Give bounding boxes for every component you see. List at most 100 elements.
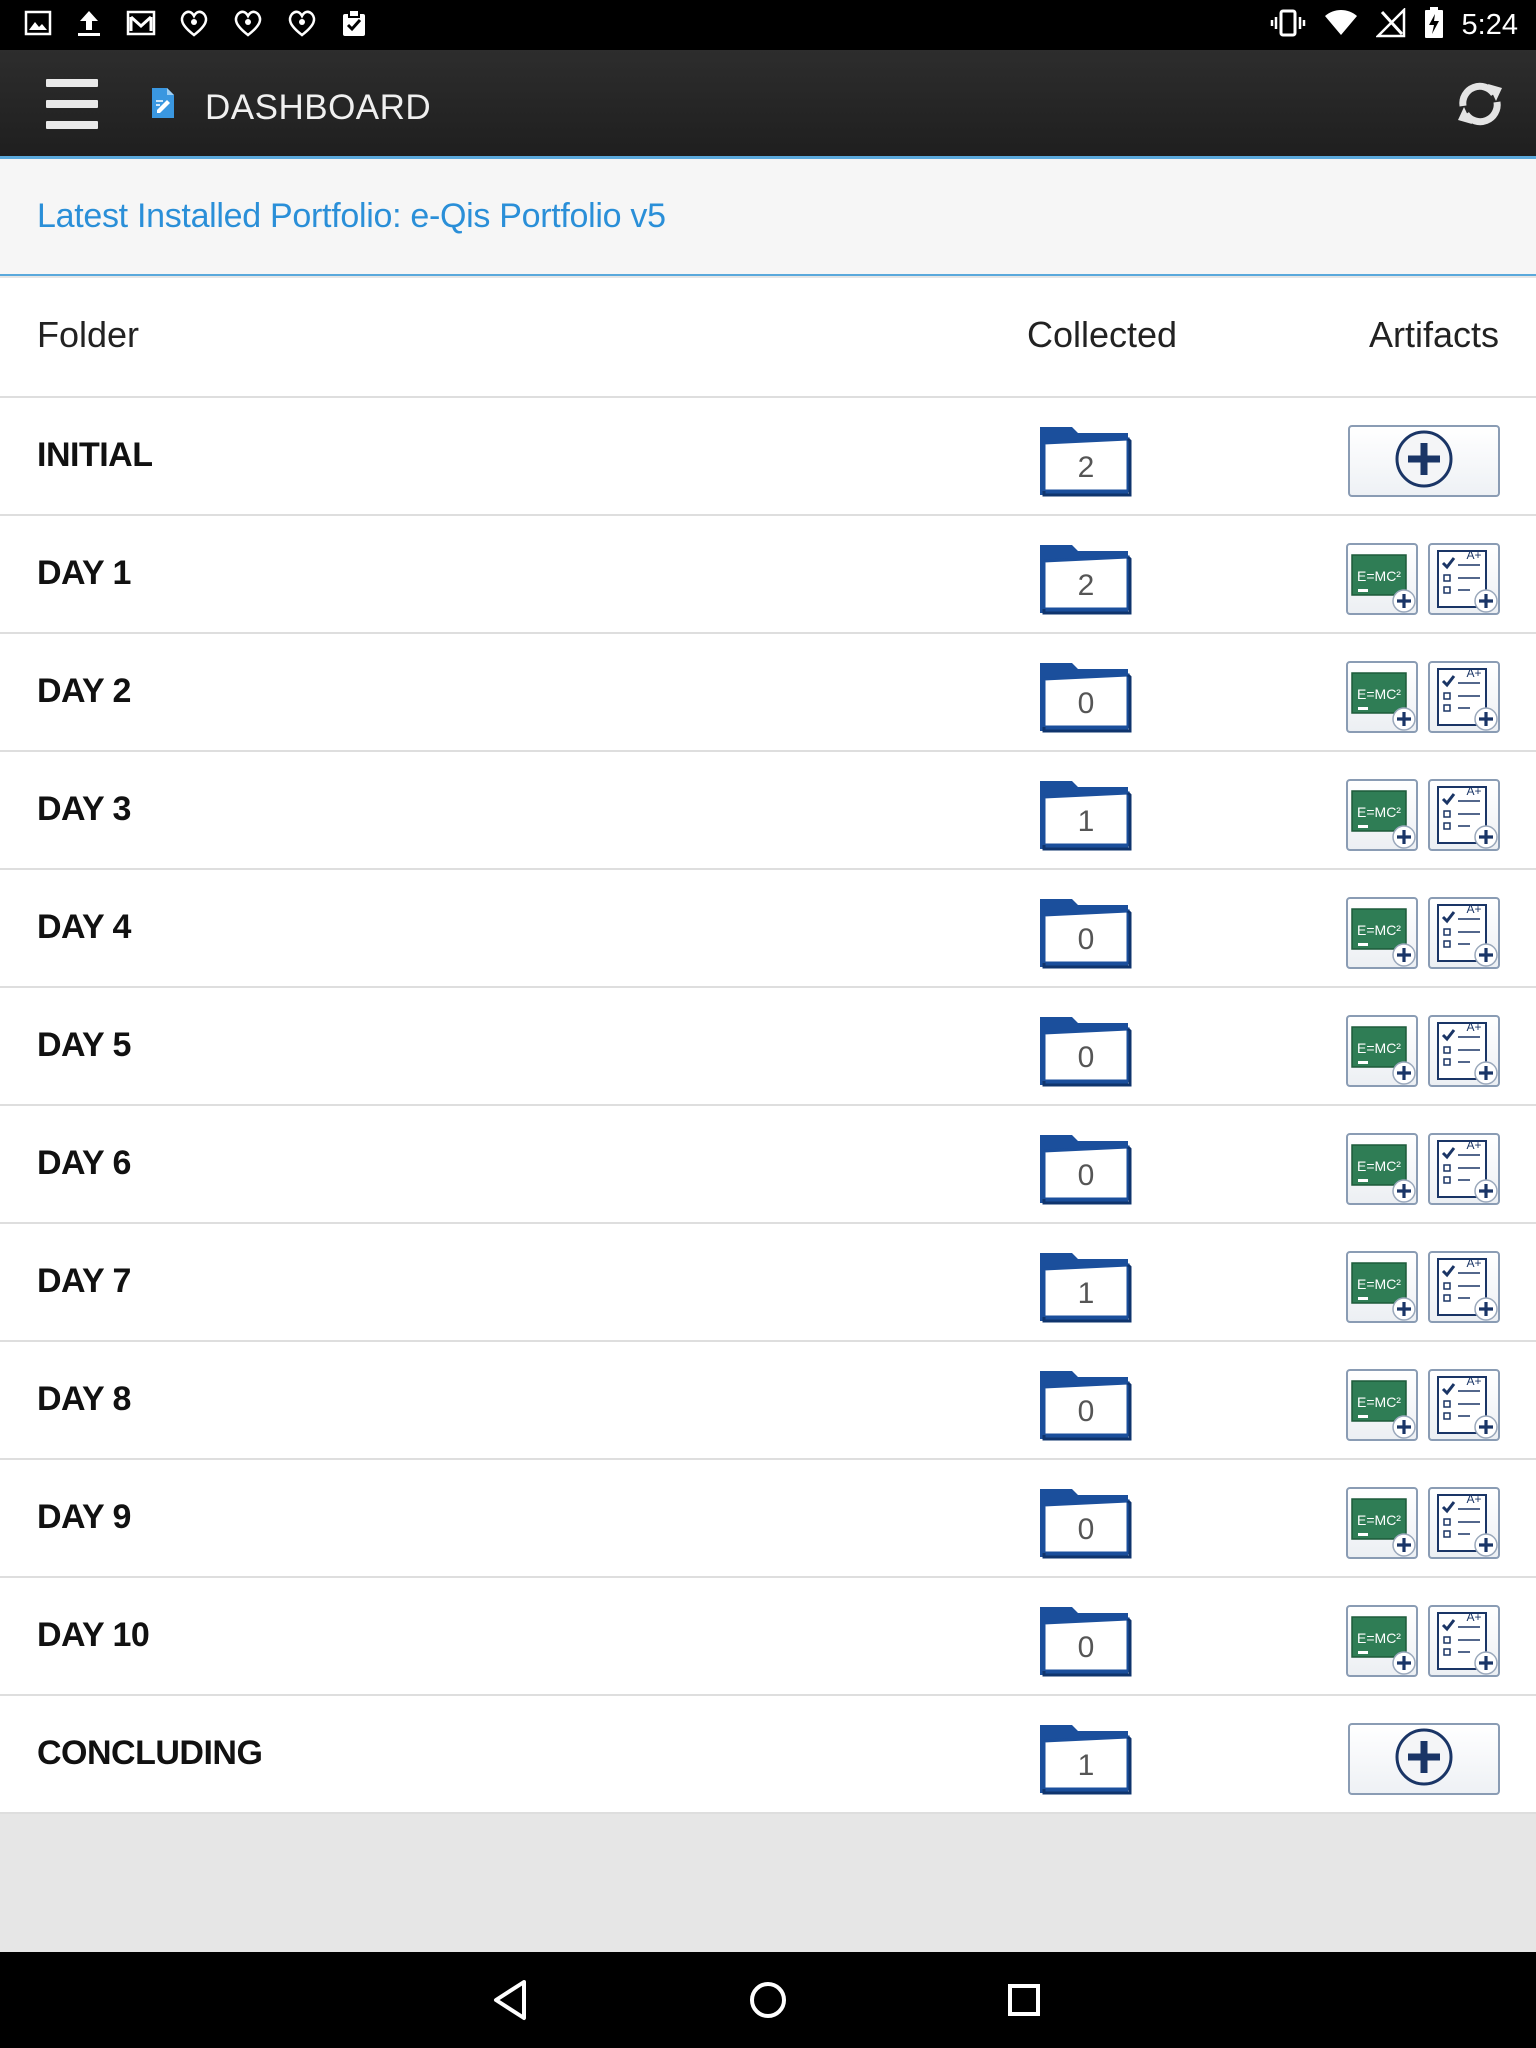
collected-folder-button[interactable]: 2	[1038, 423, 1132, 497]
add-checklist-artifact-button[interactable]: A+	[1428, 1251, 1500, 1323]
refresh-icon[interactable]	[1452, 76, 1508, 132]
folder-name: DAY 6	[37, 1144, 131, 1182]
add-formula-artifact-button[interactable]: E=MC²	[1346, 661, 1418, 733]
svg-text:A+: A+	[1466, 1374, 1481, 1388]
emc2-chalkboard-icon: E=MC²	[1348, 908, 1416, 971]
emc2-chalkboard-icon: E=MC²	[1348, 1380, 1416, 1443]
iheartradio-icon	[232, 9, 264, 42]
latest-portfolio-label[interactable]: Latest Installed Portfolio: e-Qis Portfo…	[37, 197, 666, 236]
table-row[interactable]: DAY 10 0 E=MC² A+	[0, 1578, 1536, 1696]
collected-folder-button[interactable]: 0	[1038, 1013, 1132, 1087]
folder-name: CONCLUDING	[37, 1734, 263, 1772]
add-checklist-artifact-button[interactable]: A+	[1428, 1605, 1500, 1677]
add-checklist-artifact-button[interactable]: A+	[1428, 543, 1500, 615]
hamburger-menu-icon[interactable]	[46, 79, 98, 131]
clock: 5:24	[1461, 8, 1518, 41]
table-row[interactable]: DAY 5 0 E=MC² A+	[0, 988, 1536, 1106]
add-formula-artifact-button[interactable]: E=MC²	[1346, 1133, 1418, 1205]
add-formula-artifact-button[interactable]: E=MC²	[1346, 779, 1418, 851]
wifi-icon	[1324, 9, 1358, 42]
add-checklist-artifact-button[interactable]: A+	[1428, 779, 1500, 851]
add-artifact-button[interactable]	[1348, 425, 1500, 497]
checklist-grade-icon: A+	[1430, 548, 1498, 617]
add-checklist-artifact-button[interactable]: A+	[1428, 1015, 1500, 1087]
add-formula-artifact-button[interactable]: E=MC²	[1346, 1369, 1418, 1441]
table-header: Folder Collected Artifacts	[0, 278, 1536, 398]
collected-count: 0	[1077, 1513, 1095, 1546]
add-formula-artifact-button[interactable]: E=MC²	[1346, 1251, 1418, 1323]
table-row[interactable]: DAY 1 2 E=MC² A+	[0, 516, 1536, 634]
folder-name: DAY 2	[37, 672, 131, 710]
table-row[interactable]: DAY 4 0 E=MC² A+	[0, 870, 1536, 988]
add-formula-artifact-button[interactable]: E=MC²	[1346, 1487, 1418, 1559]
iheartradio-icon	[178, 9, 210, 42]
upload-icon	[74, 8, 104, 43]
checklist-grade-icon: A+	[1430, 1374, 1498, 1443]
collected-folder-button[interactable]: 1	[1038, 1249, 1132, 1323]
svg-text:E=MC²: E=MC²	[1357, 568, 1401, 584]
svg-text:E=MC²: E=MC²	[1357, 1158, 1401, 1174]
collected-folder-button[interactable]: 0	[1038, 1367, 1132, 1441]
add-checklist-artifact-button[interactable]: A+	[1428, 661, 1500, 733]
portfolio-banner: Latest Installed Portfolio: e-Qis Portfo…	[0, 159, 1536, 276]
table-row[interactable]: DAY 7 1 E=MC² A+	[0, 1224, 1536, 1342]
add-formula-artifact-button[interactable]: E=MC²	[1346, 543, 1418, 615]
folder-name: DAY 9	[37, 1498, 131, 1536]
add-formula-artifact-button[interactable]: E=MC²	[1346, 1015, 1418, 1087]
folder-name: DAY 1	[37, 554, 131, 592]
folder-name: DAY 10	[37, 1616, 150, 1654]
table-row[interactable]: DAY 6 0 E=MC² A+	[0, 1106, 1536, 1224]
add-artifact-button[interactable]	[1348, 1723, 1500, 1795]
add-formula-artifact-button[interactable]: E=MC²	[1346, 897, 1418, 969]
checklist-grade-icon: A+	[1430, 1256, 1498, 1325]
svg-text:E=MC²: E=MC²	[1357, 922, 1401, 938]
add-checklist-artifact-button[interactable]: A+	[1428, 897, 1500, 969]
collected-folder-button[interactable]: 1	[1038, 777, 1132, 851]
collected-count: 1	[1077, 805, 1095, 838]
clipboard-check-icon	[340, 8, 368, 43]
checklist-grade-icon: A+	[1430, 666, 1498, 735]
svg-text:A+: A+	[1466, 1610, 1481, 1624]
add-formula-artifact-button[interactable]: E=MC²	[1346, 1605, 1418, 1677]
checklist-grade-icon: A+	[1430, 902, 1498, 971]
table-row[interactable]: INITIAL 2	[0, 398, 1536, 516]
collected-folder-button[interactable]: 0	[1038, 659, 1132, 733]
system-status-icons: 5:24	[1270, 0, 1518, 50]
checklist-grade-icon: A+	[1430, 784, 1498, 853]
table-row[interactable]: DAY 9 0 E=MC² A+	[0, 1460, 1536, 1578]
plus-circle-icon	[1394, 429, 1454, 494]
table-row[interactable]: CONCLUDING 1	[0, 1696, 1536, 1814]
table-row[interactable]: DAY 3 1 E=MC² A+	[0, 752, 1536, 870]
collected-folder-button[interactable]: 0	[1038, 1485, 1132, 1559]
recents-icon[interactable]	[998, 1974, 1050, 2026]
app-root: 5:24 DASHBOARD Latest Installed Portfoli…	[0, 0, 1536, 2048]
add-checklist-artifact-button[interactable]: A+	[1428, 1487, 1500, 1559]
collected-folder-button[interactable]: 1	[1038, 1721, 1132, 1795]
svg-text:A+: A+	[1466, 1256, 1481, 1270]
collected-folder-button[interactable]: 0	[1038, 1131, 1132, 1205]
collected-folder-button[interactable]: 0	[1038, 1603, 1132, 1677]
collected-count: 0	[1077, 1159, 1095, 1192]
add-checklist-artifact-button[interactable]: A+	[1428, 1133, 1500, 1205]
add-checklist-artifact-button[interactable]: A+	[1428, 1369, 1500, 1441]
svg-text:E=MC²: E=MC²	[1357, 1394, 1401, 1410]
emc2-chalkboard-icon: E=MC²	[1348, 672, 1416, 735]
battery-charging-icon	[1424, 6, 1444, 44]
page-title: DASHBOARD	[205, 88, 432, 127]
svg-text:A+: A+	[1466, 548, 1481, 562]
folder-name: DAY 3	[37, 790, 131, 828]
home-icon[interactable]	[742, 1974, 794, 2026]
collected-count: 0	[1077, 1041, 1095, 1074]
svg-text:A+: A+	[1466, 784, 1481, 798]
collected-folder-button[interactable]: 2	[1038, 541, 1132, 615]
table-row[interactable]: DAY 8 0 E=MC² A+	[0, 1342, 1536, 1460]
emc2-chalkboard-icon: E=MC²	[1348, 554, 1416, 617]
collected-count: 0	[1077, 687, 1095, 720]
back-icon[interactable]	[486, 1974, 538, 2026]
table-row[interactable]: DAY 2 0 E=MC² A+	[0, 634, 1536, 752]
gmail-icon	[126, 9, 156, 42]
svg-text:A+: A+	[1466, 1138, 1481, 1152]
svg-text:E=MC²: E=MC²	[1357, 1630, 1401, 1646]
status-bar: 5:24	[0, 0, 1536, 50]
collected-folder-button[interactable]: 0	[1038, 895, 1132, 969]
